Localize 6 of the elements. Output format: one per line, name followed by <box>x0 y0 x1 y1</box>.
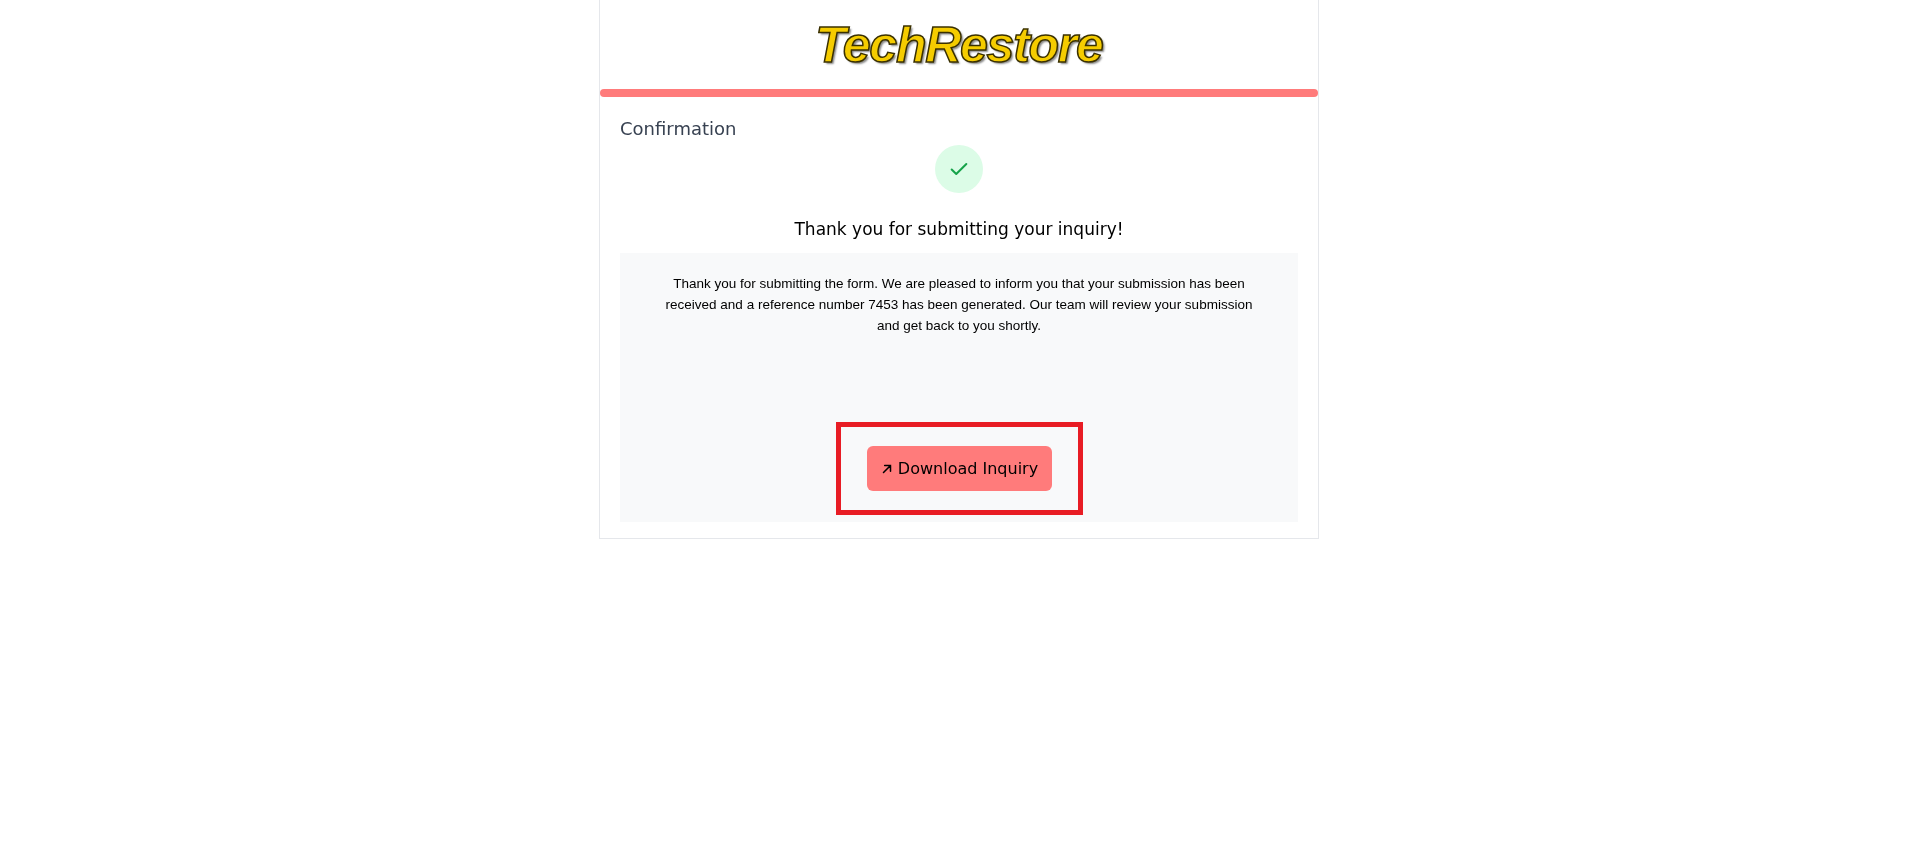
heading: Thank you for submitting your inquiry! <box>793 218 1125 241</box>
message-text: Thank you for submitting the form. We are pleased to inform you that your submission has been received and a reference number 7453 has been generated. Our team will review your submission and get back to you shortly. <box>664 275 1254 335</box>
logo: TechRestore <box>815 19 1103 70</box>
download-button[interactable]: Download Inquiry <box>866 446 1052 491</box>
success-check-icon <box>935 145 983 193</box>
section-title: Confirmation <box>620 117 738 141</box>
